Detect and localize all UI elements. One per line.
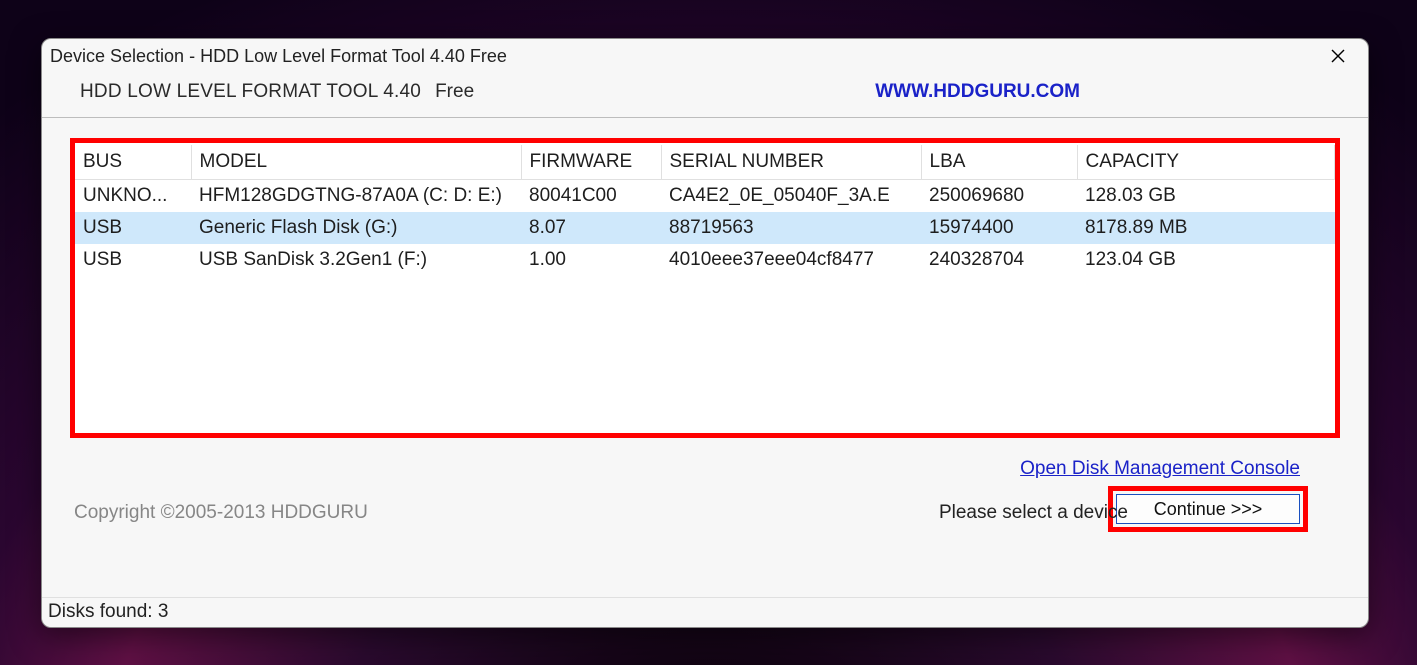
header: HDD LOW LEVEL FORMAT TOOL 4.40 Free WWW.… — [42, 73, 1368, 118]
cell-lba: 250069680 — [921, 180, 1077, 213]
copyright-text: Copyright ©2005-2013 HDDGURU — [74, 502, 368, 524]
col-header-capacity[interactable]: CAPACITY — [1077, 145, 1335, 180]
cell-bus: USB — [75, 244, 191, 276]
cell-capacity: 123.04 GB — [1077, 244, 1335, 276]
col-header-serial[interactable]: SERIAL NUMBER — [661, 145, 921, 180]
cell-model: USB SanDisk 3.2Gen1 (F:) — [191, 244, 521, 276]
table-row[interactable]: USBUSB SanDisk 3.2Gen1 (F:)1.004010eee37… — [75, 244, 1335, 276]
window-title: Device Selection - HDD Low Level Format … — [50, 46, 507, 67]
table-header-row: BUS MODEL FIRMWARE SERIAL NUMBER LBA CAP… — [75, 145, 1335, 180]
footer-row: Copyright ©2005-2013 HDDGURU Please sele… — [74, 502, 1308, 524]
col-header-bus[interactable]: BUS — [75, 145, 191, 180]
cell-firmware: 1.00 — [521, 244, 661, 276]
cell-lba: 15974400 — [921, 212, 1077, 244]
cell-capacity: 128.03 GB — [1077, 180, 1335, 213]
col-header-lba[interactable]: LBA — [921, 145, 1077, 180]
license-tag: Free — [435, 81, 474, 103]
table-row[interactable]: USBGeneric Flash Disk (G:)8.078871956315… — [75, 212, 1335, 244]
device-table[interactable]: BUS MODEL FIRMWARE SERIAL NUMBER LBA CAP… — [75, 145, 1335, 276]
device-table-highlight: BUS MODEL FIRMWARE SERIAL NUMBER LBA CAP… — [70, 138, 1340, 438]
cell-firmware: 8.07 — [521, 212, 661, 244]
status-bar: Disks found: 3 — [42, 597, 1368, 627]
device-selection-window: Device Selection - HDD Low Level Format … — [41, 38, 1369, 628]
cell-bus: UNKNO... — [75, 180, 191, 213]
cell-model: HFM128GDGTNG-87A0A (C: D: E:) — [191, 180, 521, 213]
open-disk-management-link[interactable]: Open Disk Management Console — [1020, 458, 1300, 480]
table-row[interactable]: UNKNO...HFM128GDGTNG-87A0A (C: D: E:)800… — [75, 180, 1335, 213]
select-device-message: Please select a device — [939, 502, 1128, 524]
cell-bus: USB — [75, 212, 191, 244]
cell-model: Generic Flash Disk (G:) — [191, 212, 521, 244]
content-area: BUS MODEL FIRMWARE SERIAL NUMBER LBA CAP… — [42, 118, 1368, 597]
cell-firmware: 80041C00 — [521, 180, 661, 213]
titlebar: Device Selection - HDD Low Level Format … — [42, 39, 1368, 73]
cell-serial: 88719563 — [661, 212, 921, 244]
app-name: HDD LOW LEVEL FORMAT TOOL 4.40 — [80, 81, 421, 103]
cell-lba: 240328704 — [921, 244, 1077, 276]
col-header-model[interactable]: MODEL — [191, 145, 521, 180]
close-icon — [1331, 49, 1345, 63]
cell-serial: 4010eee37eee04cf8477 — [661, 244, 921, 276]
disks-found-status: Disks found: 3 — [48, 601, 168, 622]
vendor-url[interactable]: WWW.HDDGURU.COM — [875, 81, 1080, 103]
close-button[interactable] — [1318, 42, 1358, 70]
col-header-firmware[interactable]: FIRMWARE — [521, 145, 661, 180]
cell-capacity: 8178.89 MB — [1077, 212, 1335, 244]
cell-serial: CA4E2_0E_05040F_3A.E — [661, 180, 921, 213]
